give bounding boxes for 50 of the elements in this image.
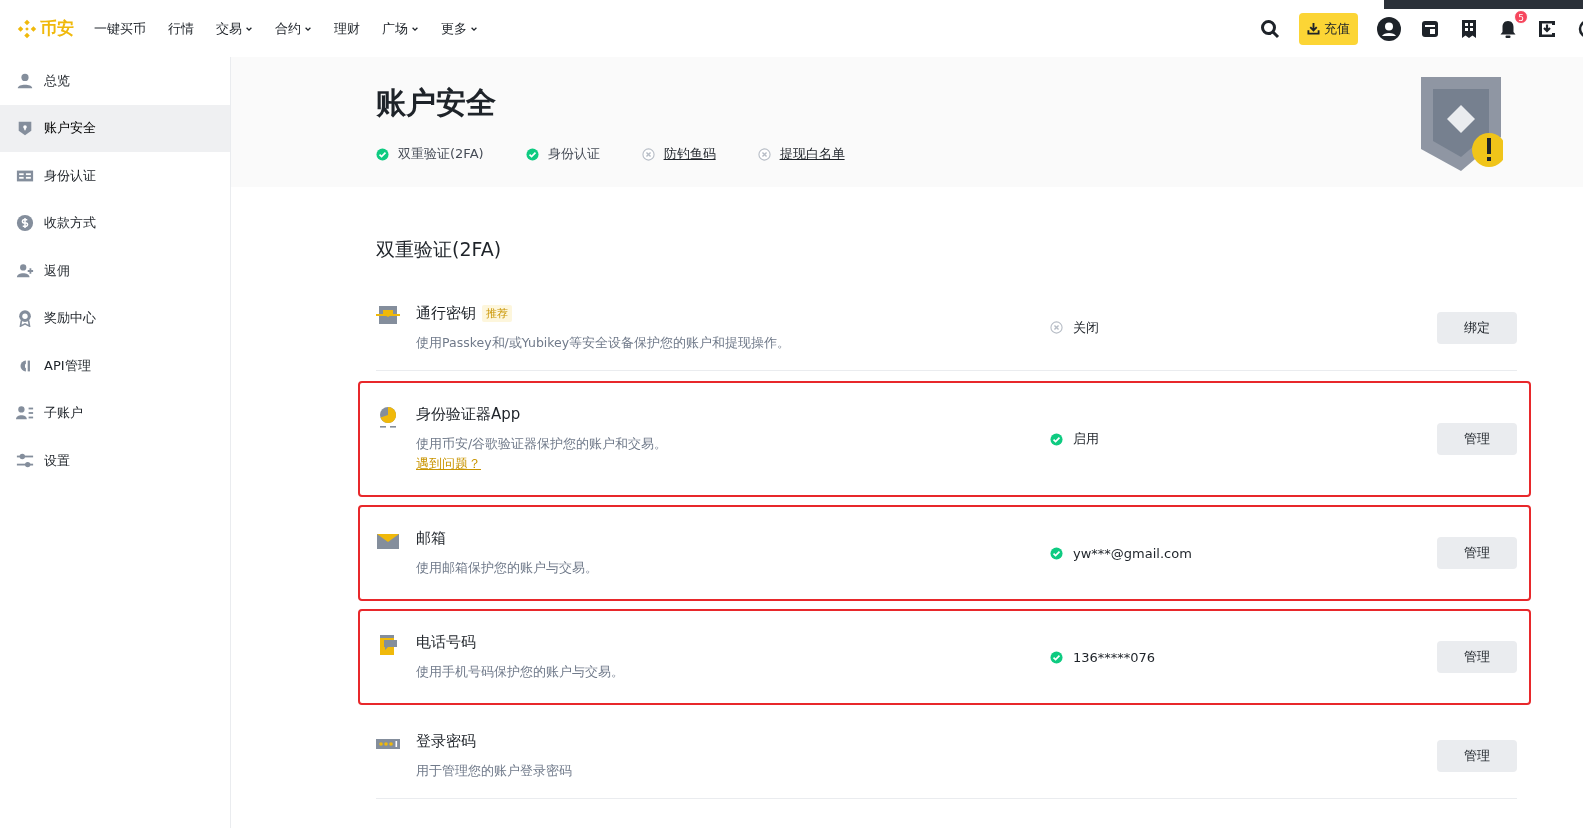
download-icon bbox=[1307, 22, 1320, 35]
sliders-icon bbox=[16, 451, 34, 470]
method-description: 使用邮箱保护您的账户与交易。 bbox=[416, 560, 598, 577]
status-text: 136*****076 bbox=[1073, 649, 1156, 665]
person-icon bbox=[16, 71, 34, 90]
nav-link[interactable]: 广场 bbox=[382, 19, 419, 38]
dollar-coin-icon bbox=[16, 214, 34, 233]
nav-link[interactable]: 合约 bbox=[275, 19, 312, 38]
method-title: 邮箱 bbox=[416, 529, 446, 548]
manage-button[interactable]: 管理 bbox=[1437, 423, 1517, 455]
notification-count: 5 bbox=[1514, 9, 1528, 24]
nav-link[interactable]: 更多 bbox=[441, 19, 478, 38]
method-description: 使用币安/谷歌验证器保护您的账户和交易。 bbox=[416, 436, 668, 453]
sidebar-item[interactable]: 账户安全 bbox=[0, 104, 230, 152]
search-icon bbox=[1260, 18, 1280, 39]
manage-button[interactable]: 绑定 bbox=[1437, 311, 1517, 344]
method-title: 电话号码 bbox=[416, 633, 476, 652]
method-description: 使用Passkey和/或Yubikey等安全设备保护您的账户和提现操作。 bbox=[416, 334, 791, 352]
method-title: 身份验证器App bbox=[416, 405, 521, 424]
setup-link[interactable]: 提现白名单 bbox=[779, 145, 845, 163]
method-title: 通行密钥 bbox=[416, 303, 476, 323]
deposit-button[interactable]: 充值 bbox=[1299, 12, 1358, 45]
method-description: 使用手机号码保护您的账户与交易。 bbox=[416, 664, 624, 681]
manage-button[interactable]: 管理 bbox=[1437, 537, 1517, 569]
award-icon bbox=[16, 309, 34, 328]
nav-link[interactable]: 理财 bbox=[334, 19, 360, 38]
nav-link[interactable]: 行情 bbox=[168, 19, 194, 38]
status-text: 启用 bbox=[1073, 430, 1099, 448]
section-title: 双重验证(2FA) bbox=[376, 237, 503, 262]
nav-link[interactable]: 交易 bbox=[216, 19, 253, 38]
status-label: 身份认证 bbox=[547, 145, 600, 163]
bell-icon bbox=[1498, 18, 1518, 39]
recommend-tag: 推荐 bbox=[482, 304, 512, 322]
download-box-icon bbox=[1537, 18, 1557, 39]
receipt-grid-icon bbox=[1459, 18, 1479, 39]
add-user-icon bbox=[16, 261, 34, 280]
status-text: yw***@gmail.com bbox=[1073, 545, 1192, 561]
status-label: 双重验证(2FA) bbox=[398, 145, 484, 163]
manage-button[interactable]: 管理 bbox=[1437, 739, 1517, 772]
status-text: 关闭 bbox=[1073, 318, 1099, 337]
nav-link[interactable]: 一键买币 bbox=[94, 19, 146, 38]
method-title: 登录密码 bbox=[416, 731, 476, 751]
setup-link[interactable]: 防钓鱼码 bbox=[663, 145, 716, 163]
shield-icon bbox=[16, 119, 34, 138]
method-description: 用于管理您的账户登录密码 bbox=[416, 762, 572, 780]
page-title: 账户安全 bbox=[376, 84, 497, 122]
manage-button[interactable]: 管理 bbox=[1437, 641, 1517, 673]
user-avatar-icon bbox=[1377, 16, 1401, 41]
wallet-icon bbox=[1420, 18, 1440, 39]
diamond-logo-icon bbox=[16, 17, 38, 40]
